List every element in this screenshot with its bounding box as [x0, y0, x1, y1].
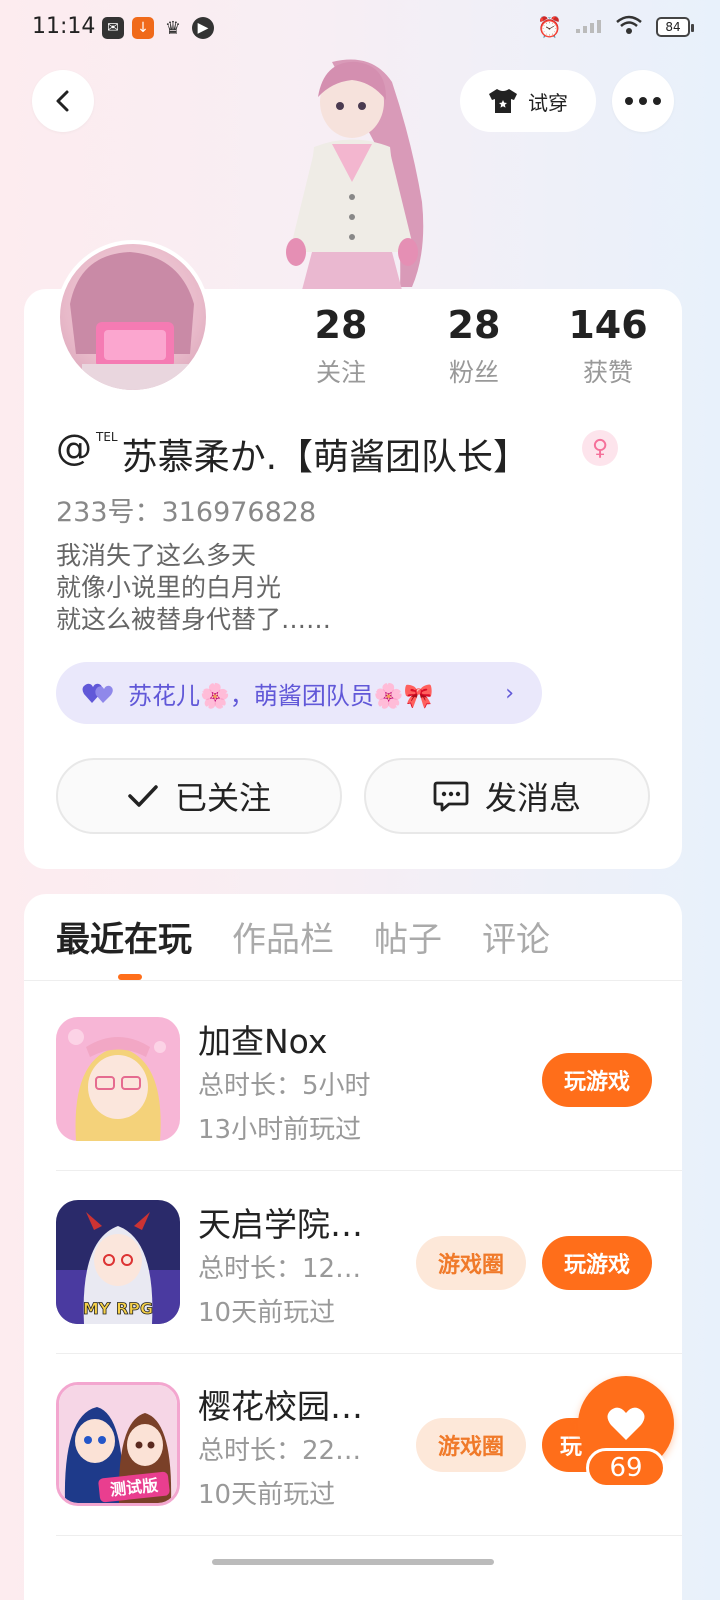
stat-label: 粉丝: [448, 358, 499, 387]
back-button[interactable]: [32, 70, 94, 132]
username-text: 苏慕柔か.【萌酱团队长】: [121, 437, 530, 478]
relationship-tag-label: 苏花儿🌸，萌酱团队员🌸🎀: [128, 681, 434, 710]
notification-icons: ✉ ↓ ♛ ▶: [102, 17, 214, 39]
alarm-icon: ⏰: [537, 15, 562, 39]
relationship-tag[interactable]: 苏花儿🌸，萌酱团队员🌸🎀 ›: [56, 662, 542, 724]
chevron-left-icon: [56, 90, 69, 112]
game-last-played: 13小时前玩过: [198, 1115, 362, 1145]
game-row[interactable]: 加查Nox 总时长：5小时 13小时前玩过 玩游戏: [0, 997, 720, 1179]
tab-works[interactable]: 作品栏: [232, 912, 334, 961]
app-notification-icon: ✉: [102, 17, 124, 39]
wifi-icon: [616, 15, 642, 39]
game-duration: 总时长：5小时: [198, 1071, 371, 1101]
game-row[interactable]: MY RPG 天启学院… 总时长：12… 10天前玩过 游戏圈 玩游戏: [0, 1180, 720, 1362]
avatar[interactable]: [56, 240, 210, 394]
game-circle-button[interactable]: 游戏圈: [416, 1236, 526, 1290]
play-game-button[interactable]: 玩游戏: [542, 1053, 652, 1107]
heart-icon: [607, 1407, 645, 1440]
chevron-right-icon: ›: [505, 680, 514, 706]
stat-value: 28: [447, 303, 501, 347]
stat-followers[interactable]: 28 粉丝: [409, 303, 539, 389]
game-name: 樱花校园…: [198, 1387, 363, 1426]
status-time: 11:14: [32, 14, 96, 39]
stat-following[interactable]: 28 关注: [276, 303, 406, 389]
message-button[interactable]: 发消息: [364, 758, 650, 834]
like-count: 69: [586, 1448, 666, 1488]
more-button[interactable]: [612, 70, 674, 132]
row-divider: [56, 1170, 682, 1171]
row-divider: [56, 1535, 682, 1536]
try-on-button[interactable]: 试穿: [460, 70, 596, 132]
avatar-character: [262, 52, 442, 292]
tab-posts[interactable]: 帖子: [374, 912, 442, 961]
game-icon: 测试版: [56, 1382, 180, 1506]
bio: 我消失了这么多天 就像小说里的白月光 就这么被替身代替了……: [56, 540, 331, 636]
play-icon: ▶: [192, 17, 214, 39]
message-label: 发消息: [484, 779, 581, 817]
crown-icon: ♛: [164, 17, 182, 39]
bio-line: 就这么被替身代替了……: [56, 605, 332, 634]
followed-button[interactable]: 已关注: [56, 758, 342, 834]
followed-label: 已关注: [174, 779, 271, 817]
game-duration: 总时长：22…: [198, 1436, 362, 1466]
more-dots-icon: [625, 97, 661, 105]
username: @ TEL 苏慕柔か.【萌酱团队长】: [56, 428, 529, 480]
stat-label: 关注: [315, 358, 366, 387]
home-indicator[interactable]: [212, 1559, 494, 1565]
profile-tabs: 最近在玩 作品栏 帖子 评论: [56, 912, 550, 961]
signal-icon: [576, 18, 602, 37]
game-last-played: 10天前玩过: [198, 1480, 336, 1510]
game-duration: 总时长：12…: [198, 1254, 362, 1284]
system-icons: ⏰ 84: [537, 15, 694, 39]
battery-icon: 84: [656, 17, 694, 37]
double-heart-icon: [82, 683, 113, 703]
game-circle-button[interactable]: 游戏圈: [416, 1418, 526, 1472]
bio-line: 就像小说里的白月光: [56, 573, 282, 602]
tab-divider: [24, 980, 682, 981]
try-on-label: 试穿: [528, 90, 568, 115]
download-icon: ↓: [132, 17, 154, 39]
tshirt-icon: [489, 89, 517, 113]
stat-label: 获赞: [582, 358, 633, 387]
game-icon-rpg-text: MY RPG: [83, 1299, 153, 1318]
account-id: 233号：316976828: [56, 497, 317, 528]
status-bar: 11:14 ✉ ↓ ♛ ▶ ⏰ 84: [0, 0, 720, 58]
female-icon: ♀: [582, 430, 618, 466]
game-icon: [56, 1017, 180, 1141]
stat-value: 28: [314, 303, 368, 347]
tel-mark: TEL: [96, 430, 118, 444]
stat-value: 146: [568, 303, 648, 347]
username-prefix: @: [56, 428, 92, 469]
tab-recent-playing[interactable]: 最近在玩: [56, 912, 192, 961]
chat-bubble-icon: [433, 781, 469, 812]
game-name: 加查Nox: [198, 1022, 328, 1061]
game-name: 天启学院…: [198, 1205, 363, 1244]
stat-likes[interactable]: 146 获赞: [543, 303, 673, 389]
check-icon: [128, 785, 158, 807]
game-last-played: 10天前玩过: [198, 1298, 336, 1328]
row-divider: [56, 1353, 682, 1354]
bio-line: 我消失了这么多天: [56, 541, 257, 570]
tab-comments[interactable]: 评论: [482, 912, 550, 961]
play-game-button[interactable]: 玩游戏: [542, 1236, 652, 1290]
game-icon: MY RPG: [56, 1200, 180, 1324]
